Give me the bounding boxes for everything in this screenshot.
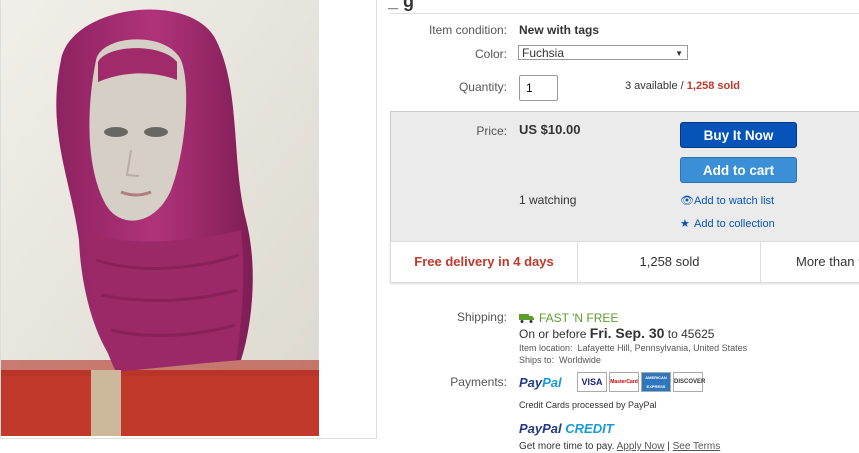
paypal-logo-b: Pal bbox=[542, 375, 562, 390]
star-icon: ★ bbox=[680, 218, 690, 230]
color-select-value: Fuchsia bbox=[522, 46, 565, 60]
paypal-credit-logo: PayPal CREDIT bbox=[519, 421, 614, 436]
paypal-logo-a: Pay bbox=[519, 375, 543, 390]
item-title-fragment: _ g bbox=[388, 0, 415, 11]
on-before-prefix: On or before bbox=[519, 327, 587, 341]
product-photo[interactable] bbox=[1, 0, 319, 436]
ships-to-label: Ships to: bbox=[519, 355, 555, 365]
quantity-label: Quantity: bbox=[458, 80, 507, 94]
delivery-zip: to 45625 bbox=[667, 327, 715, 341]
delivery-date: Fri. Sep. 30 bbox=[589, 325, 665, 341]
mastercard-icon: MasterCard bbox=[609, 372, 639, 392]
eye-icon: 👁 bbox=[680, 195, 694, 207]
condition-value: New with tags bbox=[519, 23, 600, 37]
watch-list-label: Add to watch list bbox=[694, 195, 775, 207]
hijab-illustration bbox=[1, 0, 319, 436]
availability-text: 3 available / 1,258 sold bbox=[625, 80, 740, 92]
color-label: Color: bbox=[474, 47, 507, 61]
shipping-label: Shipping: bbox=[456, 310, 507, 324]
paypal-credit-a: PayPal bbox=[519, 421, 562, 436]
fast-n-free: FAST 'N FREE bbox=[519, 311, 618, 325]
divider bbox=[390, 13, 859, 14]
condition-label: Item condition: bbox=[428, 23, 507, 37]
add-to-watch-list-link[interactable]: 👁Add to watch list bbox=[680, 194, 774, 207]
watching-count: 1 watching bbox=[519, 193, 577, 207]
see-terms-link[interactable]: See Terms bbox=[673, 441, 721, 452]
fast-n-free-text: FAST 'N FREE bbox=[539, 311, 619, 325]
visa-icon: VISA bbox=[577, 372, 607, 392]
color-select[interactable]: Fuchsia ▼ bbox=[518, 45, 688, 60]
get-more-text: Get more time to pay. bbox=[519, 441, 615, 452]
paypal-credit-b: CREDIT bbox=[565, 421, 614, 436]
info-strip: Free delivery in 4 days 1,258 sold More … bbox=[390, 241, 859, 283]
collection-label: Add to collection bbox=[694, 218, 775, 230]
sold-count-badge: 1,258 sold bbox=[577, 242, 761, 282]
amex-icon: AMERICAN EXPRESS bbox=[641, 372, 671, 392]
paypal-credit-promo: Get more time to pay. Apply Now | See Te… bbox=[519, 441, 720, 452]
ships-to-value: Worldwide bbox=[559, 355, 601, 365]
credit-card-note: Credit Cards processed by PayPal bbox=[519, 400, 657, 410]
more-than-badge: More than 9 bbox=[760, 242, 859, 282]
add-to-collection-link[interactable]: ★ Add to collection bbox=[680, 217, 775, 230]
ships-to: Ships to: Worldwide bbox=[519, 355, 601, 365]
product-image-panel bbox=[0, 0, 377, 439]
paypal-logo: PayPal bbox=[519, 375, 562, 390]
sold-count[interactable]: 1,258 sold bbox=[687, 80, 740, 92]
price-label: Price: bbox=[476, 124, 507, 138]
free-delivery-badge: Free delivery in 4 days bbox=[414, 254, 554, 269]
item-location-value: Lafayette Hill, Pennsylvania, United Sta… bbox=[577, 343, 748, 353]
payments-label: Payments: bbox=[450, 375, 507, 389]
quantity-input[interactable] bbox=[519, 75, 558, 101]
item-location-label: Item location: bbox=[519, 343, 573, 353]
link-separator: | bbox=[667, 441, 670, 452]
apply-now-link[interactable]: Apply Now bbox=[617, 441, 665, 452]
discover-icon: DISCOVER bbox=[673, 372, 705, 392]
buy-it-now-button[interactable]: Buy It Now bbox=[680, 122, 797, 148]
add-to-cart-button[interactable]: Add to cart bbox=[680, 157, 797, 183]
dropdown-arrow-icon: ▼ bbox=[675, 49, 683, 58]
delivery-estimate: On or before Fri. Sep. 30 to 45625 bbox=[519, 325, 714, 341]
item-location: Item location: Lafayette Hill, Pennsylva… bbox=[519, 343, 747, 353]
truck-icon bbox=[519, 314, 534, 323]
available-count: 3 available / bbox=[625, 80, 684, 92]
price-value: US $10.00 bbox=[519, 122, 581, 137]
